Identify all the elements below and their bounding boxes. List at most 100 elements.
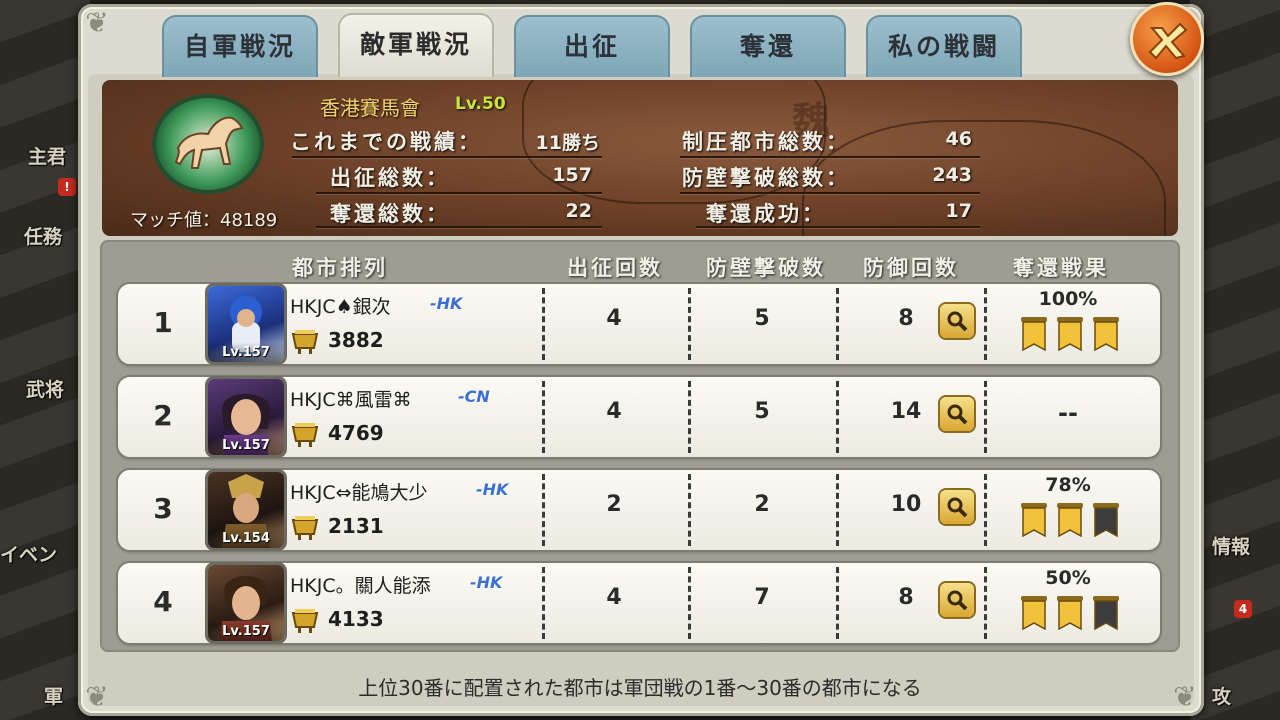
recapture-success-value: 17	[945, 200, 972, 222]
inspect-button[interactable]	[940, 583, 974, 617]
player-avatar[interactable]: Lv.157	[208, 565, 284, 641]
header-city-order: 都市排列	[292, 256, 388, 280]
row-rank: 1	[153, 306, 173, 339]
cauldron-icon	[291, 516, 319, 540]
defense-count: 8	[898, 585, 914, 610]
magnifier-icon	[947, 311, 968, 332]
result-flags	[1020, 409, 1130, 449]
sorties-total-label: 出征総数：	[330, 166, 450, 190]
sortie-count: 4	[606, 585, 622, 610]
clan-emblem	[156, 98, 260, 190]
column-divider	[688, 567, 691, 639]
column-divider	[836, 381, 839, 453]
player-avatar[interactable]: Lv.157	[208, 286, 284, 362]
recapture-rate: 78%	[1045, 474, 1091, 496]
defense-count: 14	[890, 399, 922, 424]
recapture-rate: 100%	[1038, 288, 1098, 310]
column-divider	[542, 288, 545, 360]
gold-flag-icon	[1021, 596, 1047, 631]
gold-flag-icon	[1093, 317, 1119, 352]
bg-alert-badge: !	[58, 178, 76, 196]
gold-flag-icon	[1021, 317, 1047, 352]
column-divider	[984, 567, 987, 639]
column-divider	[984, 288, 987, 360]
inspect-button[interactable]	[940, 490, 974, 524]
header-defense-count: 防御回数	[863, 256, 959, 280]
sorties-total-value: 157	[552, 164, 592, 186]
column-divider	[836, 474, 839, 546]
gold-flag-icon	[1057, 503, 1083, 538]
column-divider	[836, 288, 839, 360]
player-name: HKJC⇔能鳩大少	[290, 482, 428, 504]
tab-own-army-status[interactable]: 自軍戦況	[162, 15, 318, 77]
table-row[interactable]: 2 Lv.157 HKJC⌘風雷⌘ -CN 4769 4 5 14 --	[118, 377, 1160, 457]
tab-recapture[interactable]: 奪還	[690, 15, 846, 77]
record-value: 11勝ち	[535, 132, 600, 154]
row-rank: 3	[153, 492, 173, 525]
recapture-rate: 50%	[1045, 567, 1091, 589]
map-border-line	[802, 120, 1166, 236]
cauldron-icon	[291, 609, 319, 633]
tab-enemy-army-status[interactable]: 敵軍戦況	[338, 13, 494, 77]
recaptures-total-value: 22	[565, 200, 592, 222]
wall-break-count: 5	[754, 306, 770, 331]
header-sortie-count: 出征回数	[567, 256, 663, 280]
magnifier-icon	[947, 404, 968, 425]
player-avatar[interactable]: Lv.157	[208, 379, 284, 455]
divider	[680, 192, 980, 194]
header-wall-break-count: 防壁撃破数	[706, 256, 826, 280]
clan-name: 香港賽馬會	[320, 96, 420, 120]
close-icon	[1148, 22, 1188, 60]
wall-break-count: 5	[754, 399, 770, 424]
player-avatar[interactable]: Lv.154	[208, 472, 284, 548]
horse-emblem-icon	[174, 116, 244, 169]
corner-ornament-icon: ❦	[85, 6, 109, 39]
sortie-count: 4	[606, 399, 622, 424]
table-row[interactable]: 4 Lv.157 HKJC。關人能添 -HK 4133 4 7 8 50%	[118, 563, 1160, 643]
player-name: HKJC。關人能添	[290, 575, 431, 597]
column-divider	[836, 567, 839, 639]
tab-sortie[interactable]: 出征	[514, 15, 670, 77]
player-power: 3882	[328, 328, 384, 352]
inspect-button[interactable]	[940, 304, 974, 338]
bg-menu-lord: 主君	[28, 146, 67, 168]
bg-menu-mission: 任務	[24, 226, 63, 248]
column-divider	[542, 381, 545, 453]
column-divider	[542, 567, 545, 639]
result-flags	[1020, 316, 1130, 356]
inspect-button[interactable]	[940, 397, 974, 431]
table-row[interactable]: 1 Lv.157 HKJC♠銀次 -HK 3882 4 5 8 100%	[118, 284, 1160, 364]
walls-total-label: 防壁撃破総数：	[682, 166, 850, 190]
dark-flag-icon	[1093, 596, 1119, 631]
defense-count: 8	[898, 306, 914, 331]
header-recapture-result: 奪還戦果	[1013, 256, 1109, 280]
dark-flag-icon	[1093, 503, 1119, 538]
close-button[interactable]	[1130, 2, 1204, 76]
magnifier-icon	[947, 497, 968, 518]
gold-flag-icon	[1021, 503, 1047, 538]
clan-level: Lv.50	[455, 94, 506, 114]
sortie-count: 4	[606, 306, 622, 331]
magnifier-icon	[947, 590, 968, 611]
server-tag: -HK	[430, 294, 463, 313]
bg-count-badge: 4	[1234, 600, 1252, 618]
tab-my-battles[interactable]: 私の戦闘	[866, 15, 1022, 77]
record-label: これまでの戦績：	[290, 130, 482, 154]
divider	[680, 156, 980, 158]
row-rank: 4	[153, 585, 173, 618]
cities-total-label: 制圧都市総数：	[682, 130, 850, 154]
player-power: 4133	[328, 607, 384, 631]
defense-count: 10	[890, 492, 922, 517]
column-divider	[984, 474, 987, 546]
player-name: HKJC♠銀次	[290, 296, 391, 318]
match-value: マッチ値：48189	[130, 210, 278, 231]
column-divider	[688, 288, 691, 360]
result-flags	[1020, 595, 1130, 635]
column-divider	[688, 381, 691, 453]
player-power: 2131	[328, 514, 384, 538]
table-row[interactable]: 3 Lv.154 HKJC⇔能鳩大少 -HK 2131 2 2 10 78%	[118, 470, 1160, 550]
player-level: Lv.157	[208, 435, 284, 455]
bg-menu-general: 武将	[26, 379, 65, 401]
column-divider	[984, 381, 987, 453]
cauldron-icon	[291, 423, 319, 447]
